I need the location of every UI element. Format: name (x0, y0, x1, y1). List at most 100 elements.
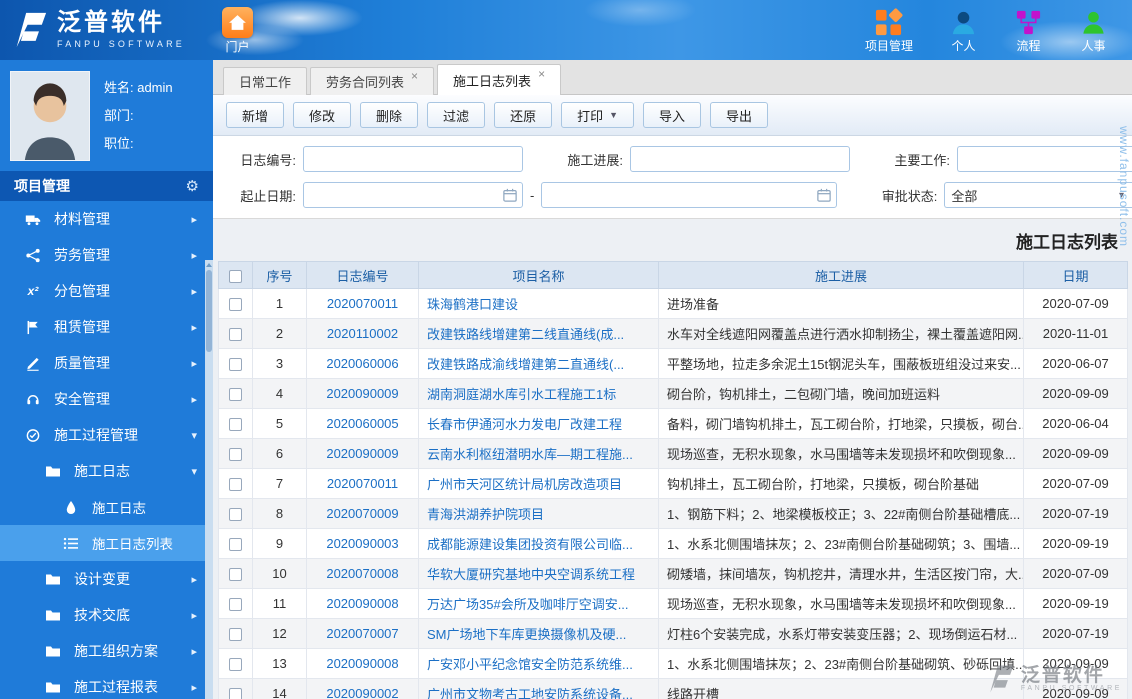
sidebar-item-lease[interactable]: 租赁管理 ▸ (0, 309, 213, 345)
log-number-link[interactable]: 2020090003 (326, 536, 398, 551)
brand-subtitle: FANPU SOFTWARE (57, 39, 185, 49)
log-number-input[interactable] (303, 146, 523, 172)
sidebar-item-technical-disclosure[interactable]: 技术交底 ▸ (0, 597, 213, 633)
nav-workflow[interactable]: 流程 (1010, 0, 1047, 60)
row-checkbox[interactable] (229, 298, 242, 312)
nav-project-management-label: 项目管理 (864, 39, 913, 53)
gear-icon[interactable]: ⚙ (186, 179, 199, 194)
sidebar-item-label: 施工日志 (74, 463, 130, 479)
fanpu-logo-icon (16, 12, 47, 48)
log-number-link[interactable]: 2020090008 (326, 596, 398, 611)
log-number-link[interactable]: 2020070008 (326, 566, 398, 581)
project-name-link[interactable]: 广安邓小平纪念馆安全防范系统维... (427, 657, 633, 672)
table-row: 6 2020090009 云南水利枢纽潜明水库—期工程施... 现场巡查，无积水… (218, 438, 1128, 469)
sidebar-item-labor[interactable]: 劳务管理 ▸ (0, 237, 213, 273)
project-name-link[interactable]: SM广场地下车库更换摄像机及硬... (427, 627, 626, 642)
log-number-link[interactable]: 2020110002 (327, 326, 398, 341)
row-checkbox[interactable] (229, 658, 242, 672)
sidebar-item-construction-org-plan[interactable]: 施工组织方案 ▸ (0, 633, 213, 669)
log-number-link[interactable]: 2020070011 (327, 476, 398, 491)
row-checkbox[interactable] (229, 358, 242, 372)
delete-button[interactable]: 删除 (360, 102, 419, 128)
row-checkbox[interactable] (229, 508, 242, 522)
log-number-link[interactable]: 2020090009 (326, 386, 398, 401)
log-number-link[interactable]: 2020070009 (326, 506, 398, 521)
project-name-link[interactable]: 万达广场35#会所及咖啡厅空调安... (427, 597, 629, 612)
row-checkbox[interactable] (229, 478, 242, 492)
sidebar-item-construction-log[interactable]: 施工日志 (0, 489, 213, 525)
project-name-link[interactable]: 成都能源建设集团投资有限公司临... (427, 537, 633, 552)
sidebar-item-design-change[interactable]: 设计变更 ▸ (0, 561, 213, 597)
row-checkbox[interactable] (229, 688, 242, 699)
sidebar-item-construction-process[interactable]: 施工过程管理 ▾ (0, 417, 213, 453)
sidebar-item-construction-process-report[interactable]: 施工过程报表 ▸ (0, 669, 213, 699)
sidebar-item-material[interactable]: 材料管理 ▸ (0, 201, 213, 237)
chevron-right-icon: ▸ (191, 573, 197, 586)
print-button[interactable]: 打印 ▼ (561, 102, 635, 128)
progress-input[interactable] (630, 146, 850, 172)
tab-construction-log-list[interactable]: 施工日志列表 × (437, 64, 562, 95)
sidebar-item-label: 材料管理 (54, 211, 110, 227)
project-name-link[interactable]: 湖南洞庭湖水库引水工程施工1标 (427, 387, 616, 402)
sidebar-item-safety[interactable]: 安全管理 ▸ (0, 381, 213, 417)
button-label: 删除 (376, 108, 403, 124)
row-checkbox[interactable] (229, 538, 242, 552)
row-index: 9 (252, 528, 307, 559)
project-name-link[interactable]: 珠海鹤港口建设 (427, 297, 518, 312)
sidebar-item-subcontract[interactable]: x² 分包管理 ▸ (0, 273, 213, 309)
brand-text: 泛普软件 FANPU SOFTWARE (57, 11, 185, 50)
nav-project-management[interactable]: 项目管理 (861, 0, 917, 60)
main-work-input[interactable] (957, 146, 1132, 172)
log-number-link[interactable]: 2020060005 (326, 416, 398, 431)
end-date-input[interactable] (541, 182, 838, 208)
project-name-link[interactable]: 云南水利枢纽潜明水库—期工程施... (427, 447, 633, 462)
row-checkbox[interactable] (229, 388, 242, 402)
project-name-link[interactable]: 华软大厦研究基地中央空调系统工程 (427, 567, 635, 582)
start-date-input[interactable] (303, 182, 523, 208)
sidebar-item-quality[interactable]: 质量管理 ▸ (0, 345, 213, 381)
row-checkbox[interactable] (229, 598, 242, 612)
log-number-link[interactable]: 2020090008 (326, 656, 398, 671)
sidebar-scrollbar[interactable] (205, 260, 213, 699)
sidebar-item-construction-log-group[interactable]: 施工日志 ▾ (0, 453, 213, 489)
row-checkbox[interactable] (229, 328, 242, 342)
project-name-link[interactable]: 广州市天河区统计局机房改造项目 (427, 477, 622, 492)
filter-button[interactable]: 过滤 (427, 102, 486, 128)
project-name-link[interactable]: 改建铁路成渝线增建第二直通线(... (427, 357, 624, 372)
nav-portal[interactable]: 门户 (218, 0, 257, 60)
export-button[interactable]: 导出 (710, 102, 769, 128)
import-button[interactable]: 导入 (643, 102, 702, 128)
add-button[interactable]: 新增 (226, 102, 285, 128)
restore-button[interactable]: 还原 (494, 102, 553, 128)
select-all-checkbox[interactable] (229, 269, 242, 283)
sidebar-item-construction-log-list[interactable]: 施工日志列表 (0, 525, 213, 561)
project-name-link[interactable]: 广州市文物考古工地安防系统设备... (427, 687, 633, 699)
project-name-link[interactable]: 长春市伊通河水力发电厂改建工程 (427, 417, 622, 432)
log-number-link[interactable]: 2020060006 (326, 356, 398, 371)
row-checkbox[interactable] (229, 448, 242, 462)
tab-daily-work[interactable]: 日常工作 (223, 67, 308, 95)
row-checkbox[interactable] (229, 628, 242, 642)
row-checkbox[interactable] (229, 418, 242, 432)
approval-status-select[interactable]: 全部 ▾ (944, 182, 1132, 208)
calendar-icon[interactable] (503, 188, 517, 202)
scrollbar-thumb[interactable] (206, 270, 212, 352)
tab-labor-contract-list[interactable]: 劳务合同列表 × (310, 67, 435, 95)
nav-personal[interactable]: 个人 (945, 0, 982, 60)
project-name-link[interactable]: 青海洪湖养护院项目 (427, 507, 544, 522)
nav-hr[interactable]: 人事 (1075, 0, 1112, 60)
row-checkbox[interactable] (229, 568, 242, 582)
progress-cell: 现场巡查，无积水现象，水马围墙等未发现损坏和吹倒现象... (658, 588, 1024, 619)
log-number-link[interactable]: 2020090009 (326, 446, 398, 461)
log-number-link[interactable]: 2020070007 (326, 626, 398, 641)
scrollbar-up-arrow[interactable] (206, 263, 212, 267)
log-number-link[interactable]: 2020090002 (326, 686, 398, 699)
close-icon[interactable]: × (411, 70, 418, 82)
edit-button[interactable]: 修改 (293, 102, 352, 128)
folder-icon (44, 571, 62, 587)
project-name-link[interactable]: 改建铁路线增建第二线直通线(成... (427, 327, 624, 342)
calendar-icon[interactable] (817, 188, 832, 202)
log-number-link[interactable]: 2020070011 (327, 296, 398, 311)
date-cell: 2020-09-19 (1023, 588, 1128, 619)
close-icon[interactable]: × (538, 68, 545, 80)
